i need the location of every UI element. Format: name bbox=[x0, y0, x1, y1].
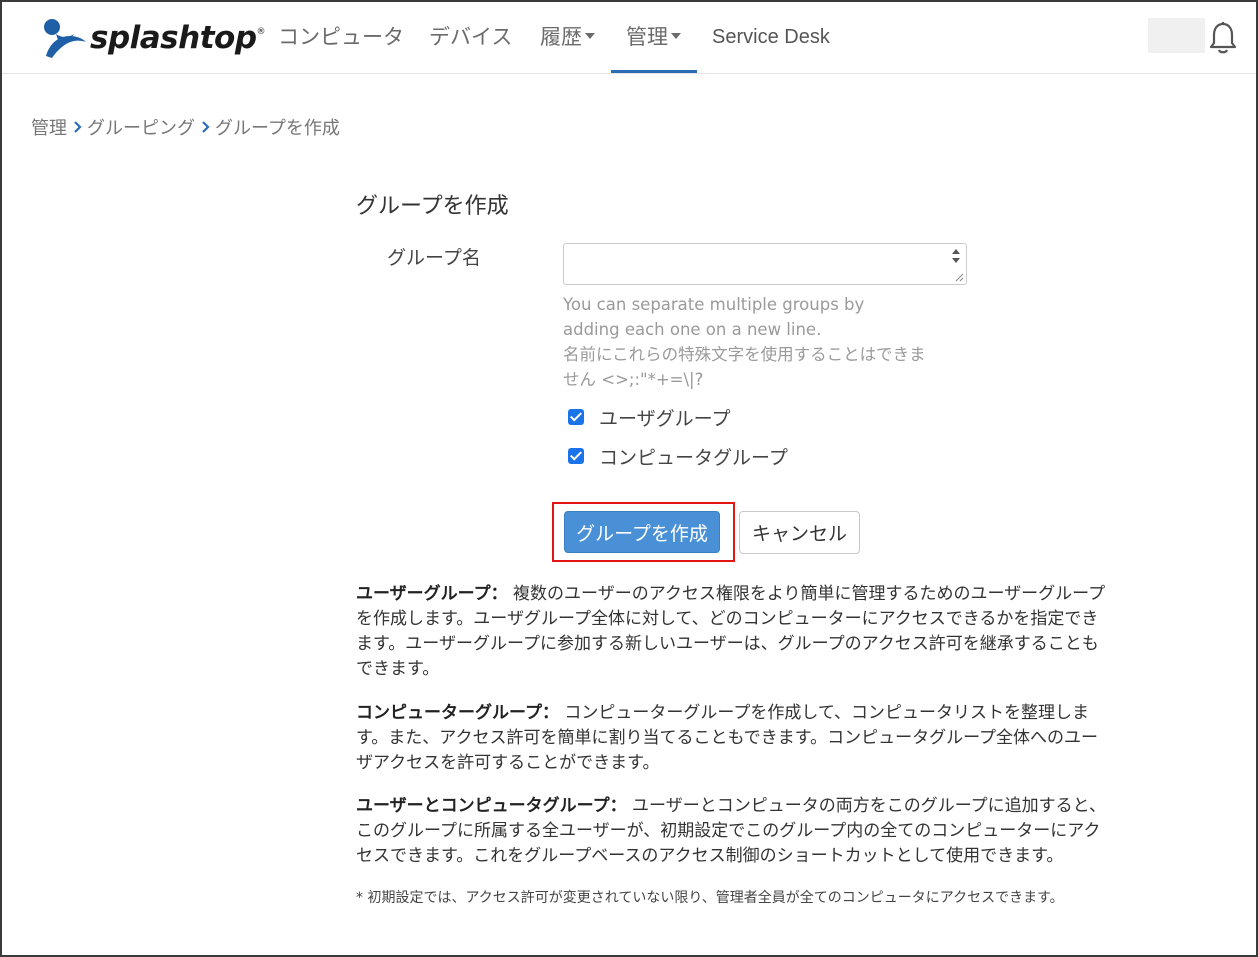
description-term: コンピューターグループ： bbox=[356, 703, 559, 723]
cancel-button[interactable]: キャンセル bbox=[739, 511, 860, 554]
scroll-arrows-icon[interactable] bbox=[951, 247, 961, 265]
description-line: セスできます。これをグループベースのアクセス制御のショートカットとして使用できま… bbox=[356, 846, 1064, 866]
description-line: す。また、アクセス許可を簡単に割り当てることもできます。コンピュータグループ全体… bbox=[356, 728, 1099, 748]
app-window: splashtop ® コンピュータ デバイス 履歴 管理 Service De… bbox=[0, 0, 1258, 957]
description-term: ユーザーとコンピュータグループ： bbox=[356, 796, 627, 816]
caret-down-icon bbox=[671, 33, 681, 39]
description-user-group: ユーザーグループ： 複数のユーザーのアクセス権限をより簡単に管理するためのユーザ… bbox=[356, 582, 1146, 682]
description-line: を作成します。ユーザグループ全体に対して、どのコンピューターにアクセスできるかを… bbox=[356, 609, 1099, 629]
group-name-input[interactable] bbox=[563, 243, 967, 285]
caret-down-icon bbox=[585, 33, 595, 39]
description-text: ユーザーとコンピュータの両方をこのグループに追加すると、 bbox=[626, 796, 1107, 816]
help-line: せん <>;:"*+=\|? bbox=[563, 370, 704, 389]
splashtop-logo-icon bbox=[44, 19, 86, 58]
help-line: adding each one on a new line. bbox=[563, 320, 822, 339]
resize-handle-icon[interactable] bbox=[954, 272, 964, 282]
description-line: ます。ユーザーグループに参加する新しいユーザーは、グループのアクセス許可を継承す… bbox=[356, 634, 1099, 654]
description-line: できます。 bbox=[356, 659, 440, 679]
description-line: ユーザーグループ： 複数のユーザーのアクセス権限をより簡単に管理するためのユーザ… bbox=[356, 582, 1146, 607]
description-line: ユーザーとコンピュータグループ： ユーザーとコンピュータの両方をこのグループに追… bbox=[356, 794, 1146, 819]
brand-registered-mark: ® bbox=[256, 27, 266, 37]
chevron-right-icon bbox=[74, 121, 82, 133]
nav-devices-label: デバイス bbox=[429, 25, 513, 49]
nav-devices[interactable]: デバイス bbox=[429, 2, 512, 73]
footnote: * 初期設定では、アクセス許可が変更されていない限り、管理者全員が全てのコンピュ… bbox=[356, 890, 1064, 906]
user-group-label: ユーザグループ bbox=[599, 407, 731, 430]
group-name-label: グループ名 bbox=[387, 247, 481, 269]
bell-icon[interactable] bbox=[1209, 21, 1237, 55]
description-text: コンピューターグループを作成して、コンピュータリストを整理しま bbox=[558, 703, 1090, 723]
nav-management[interactable]: 管理 bbox=[611, 2, 697, 73]
description-text: 複数のユーザーのアクセス権限をより簡単に管理するためのユーザーグループ bbox=[507, 584, 1106, 604]
nav-history-label: 履歴 bbox=[540, 25, 582, 49]
description-term: ユーザーグループ： bbox=[356, 584, 508, 604]
computer-group-label: コンピュータグループ bbox=[599, 446, 788, 469]
nav-management-label: 管理 bbox=[626, 25, 668, 49]
breadcrumb: 管理 グルーピング グループを作成 bbox=[31, 114, 340, 140]
chevron-right-icon bbox=[202, 121, 210, 133]
computer-group-checkbox[interactable] bbox=[568, 448, 584, 464]
user-group-checkbox[interactable] bbox=[568, 409, 584, 425]
breadcrumb-management[interactable]: 管理 bbox=[31, 114, 67, 140]
help-line: You can separate multiple groups by bbox=[563, 295, 865, 314]
help-line: 名前にこれらの特殊文字を使用することはできま bbox=[563, 345, 926, 364]
brand-name: splashtop bbox=[90, 20, 257, 56]
description-computer-group: コンピューターグループ： コンピューターグループを作成して、コンピュータリストを… bbox=[356, 701, 1146, 776]
page-title: グループを作成 bbox=[356, 194, 509, 219]
description-line: このグループに所属する全ユーザーが、初期設定でこのグループ内の全てのコンピュータ… bbox=[356, 821, 1101, 841]
description-user-and-computer-group: ユーザーとコンピュータグループ： ユーザーとコンピュータの両方をこのグループに追… bbox=[356, 794, 1146, 869]
user-group-option[interactable]: ユーザグループ bbox=[568, 405, 731, 430]
group-name-help: You can separate multiple groups by addi… bbox=[563, 292, 963, 392]
description-line: ザアクセスを許可することができます。 bbox=[356, 753, 660, 773]
create-group-button[interactable]: グループを作成 bbox=[564, 511, 720, 553]
nav-history[interactable]: 履歴 bbox=[540, 2, 595, 73]
description-line: コンピューターグループ： コンピューターグループを作成して、コンピュータリストを… bbox=[356, 701, 1146, 726]
top-navbar: splashtop ® コンピュータ デバイス 履歴 管理 Service De… bbox=[2, 2, 1256, 74]
breadcrumb-grouping[interactable]: グルーピング bbox=[87, 114, 195, 140]
computer-group-option[interactable]: コンピュータグループ bbox=[568, 444, 788, 469]
nav-service-desk[interactable]: Service Desk bbox=[712, 2, 830, 73]
nav-service-desk-label: Service Desk bbox=[712, 26, 830, 48]
breadcrumb-create-group: グループを作成 bbox=[215, 118, 340, 139]
user-menu[interactable] bbox=[1148, 18, 1205, 53]
nav-computers[interactable]: コンピュータ bbox=[278, 2, 404, 73]
nav-computers-label: コンピュータ bbox=[278, 25, 404, 49]
splashtop-logo[interactable]: splashtop ® bbox=[40, 16, 266, 60]
